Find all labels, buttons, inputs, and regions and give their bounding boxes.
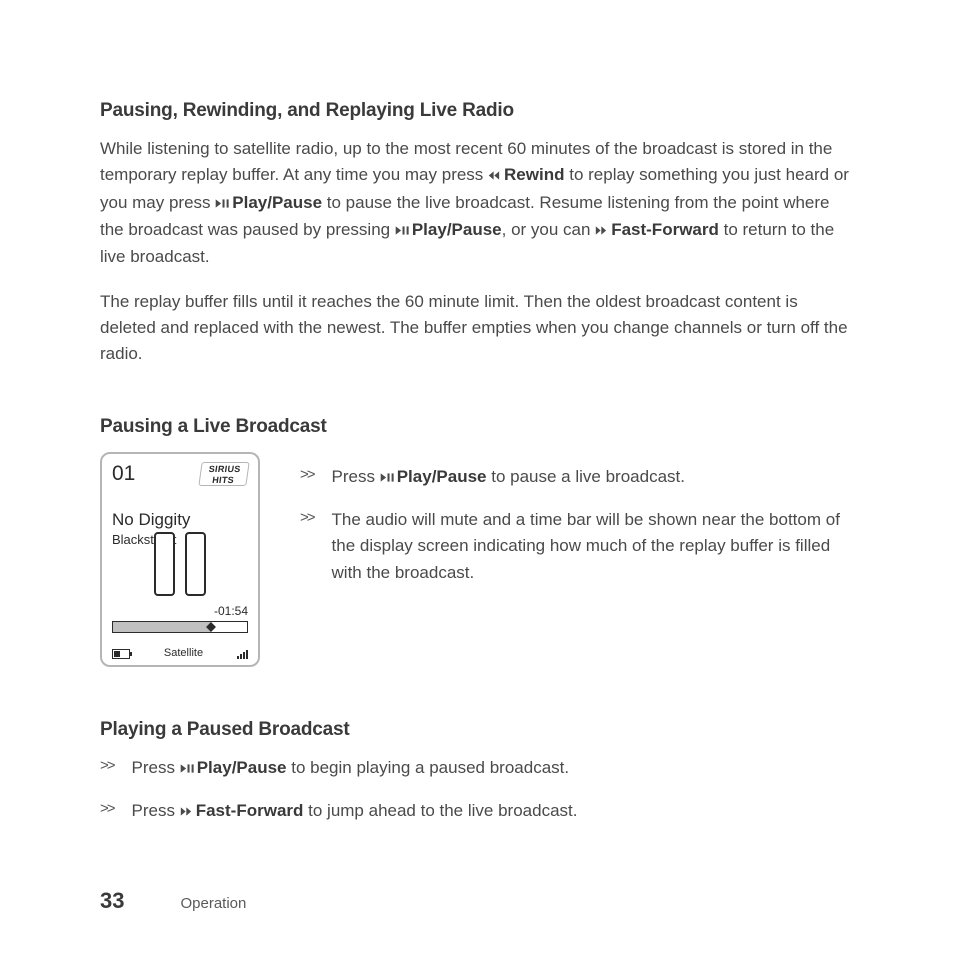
signal-icon bbox=[237, 650, 248, 659]
manual-page: Pausing, Rewinding, and Replaying Live R… bbox=[0, 0, 954, 954]
mode-label: Satellite bbox=[164, 647, 203, 659]
buffer-time: -01:54 bbox=[214, 604, 248, 618]
text: Press bbox=[332, 467, 380, 486]
play-pause-icon bbox=[380, 465, 395, 491]
list-item: >> Press Play/Pause to pause a live broa… bbox=[300, 464, 854, 491]
text: , or you can bbox=[502, 220, 596, 239]
text: to jump ahead to the live broadcast. bbox=[308, 801, 577, 820]
fast-forward-icon bbox=[595, 218, 609, 244]
heading-playing-paused: Playing a Paused Broadcast bbox=[100, 719, 854, 741]
list-item: >> Press Fast-Forward to jump ahead to t… bbox=[100, 798, 854, 825]
logo-line2: HITS bbox=[199, 475, 247, 486]
section-pausing-live: Pausing a Live Broadcast 01 SIRIUS HITS … bbox=[100, 416, 854, 667]
logo-line1: SIRIUS bbox=[201, 464, 249, 475]
heading-pausing-live: Pausing a Live Broadcast bbox=[100, 416, 854, 438]
device-screen-illustration: 01 SIRIUS HITS No Diggity Blackstreet -0… bbox=[100, 452, 260, 667]
paragraph-buffer-limit: The replay buffer fills until it reaches… bbox=[100, 289, 854, 368]
pausing-instructions: >> Press Play/Pause to pause a live broa… bbox=[300, 452, 854, 602]
play-pause-icon bbox=[215, 191, 230, 217]
heading-pausing-rewinding: Pausing, Rewinding, and Replaying Live R… bbox=[100, 100, 854, 122]
play-pause-label: Play/Pause bbox=[197, 758, 287, 777]
bullet-marker: >> bbox=[100, 755, 114, 782]
song-title: No Diggity bbox=[112, 510, 248, 530]
bullet-marker: >> bbox=[100, 798, 114, 825]
rewind-label: Rewind bbox=[504, 165, 564, 184]
fast-forward-icon bbox=[180, 799, 194, 825]
section-name: Operation bbox=[180, 895, 246, 912]
paragraph-buffer-intro: While listening to satellite radio, up t… bbox=[100, 136, 854, 271]
pause-overlay-icon bbox=[154, 532, 206, 596]
channel-logo: SIRIUS HITS bbox=[198, 462, 249, 486]
text: The audio will mute and a time bar will … bbox=[332, 507, 854, 586]
play-pause-label: Play/Pause bbox=[412, 220, 502, 239]
page-footer: 33 Operation bbox=[100, 888, 246, 914]
text: Press bbox=[132, 801, 180, 820]
list-item: >> The audio will mute and a time bar wi… bbox=[300, 507, 854, 586]
fast-forward-label: Fast-Forward bbox=[611, 220, 719, 239]
text: to begin playing a paused broadcast. bbox=[291, 758, 569, 777]
fast-forward-label: Fast-Forward bbox=[196, 801, 304, 820]
list-item: >> Press Play/Pause to begin playing a p… bbox=[100, 755, 854, 782]
channel-number: 01 bbox=[112, 462, 135, 486]
bullet-marker: >> bbox=[300, 507, 314, 586]
battery-icon bbox=[112, 649, 130, 659]
play-pause-icon bbox=[395, 218, 410, 244]
rewind-icon bbox=[488, 163, 502, 189]
buffer-progress-bar bbox=[112, 621, 248, 633]
bullet-marker: >> bbox=[300, 464, 314, 491]
text: to pause a live broadcast. bbox=[491, 467, 685, 486]
play-pause-icon bbox=[180, 756, 195, 782]
page-number: 33 bbox=[100, 888, 124, 914]
text: Press bbox=[132, 758, 180, 777]
play-pause-label: Play/Pause bbox=[232, 193, 322, 212]
section-playing-paused: Playing a Paused Broadcast >> Press Play… bbox=[100, 719, 854, 826]
play-pause-label: Play/Pause bbox=[397, 467, 487, 486]
